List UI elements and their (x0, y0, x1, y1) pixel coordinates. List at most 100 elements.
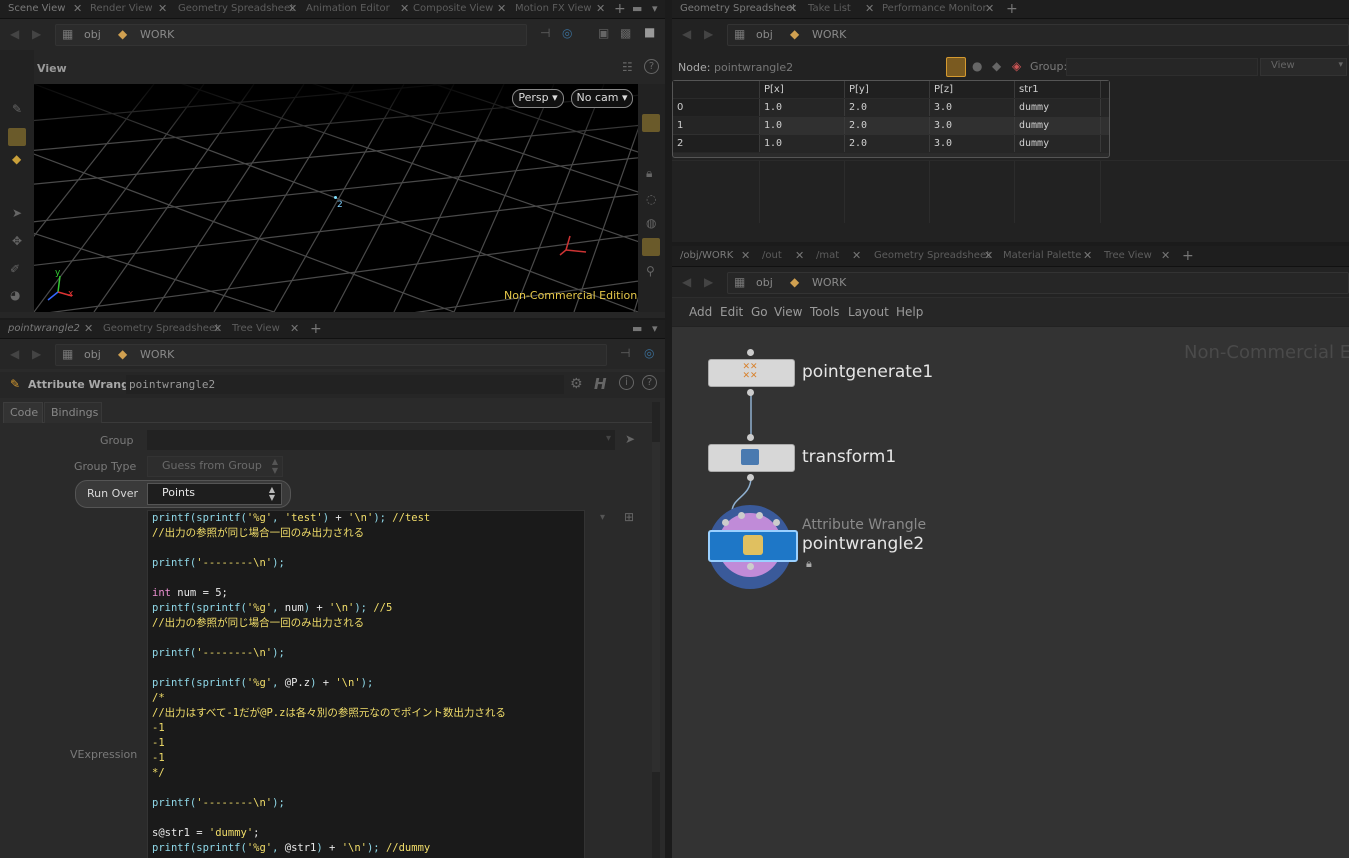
close-icon[interactable]: ✕ (741, 247, 750, 265)
pane-divider-horizontal-right[interactable] (672, 242, 1349, 246)
pane-divider-horizontal-left[interactable] (0, 318, 665, 320)
houdini-help-icon[interactable]: H (594, 375, 607, 393)
transform-tool-icon[interactable]: ◆ (12, 152, 21, 166)
display-toggle-icon[interactable] (642, 114, 660, 132)
view-dropdown[interactable]: View ▾ (1260, 58, 1347, 76)
fullscreen-icon[interactable]: ■ (644, 25, 655, 39)
node-value[interactable]: pointwrangle2 (714, 61, 793, 74)
menu-add[interactable]: Add (689, 305, 712, 319)
tab-render-view[interactable]: Render View (84, 0, 153, 18)
cam-button[interactable]: No cam ▾ (571, 89, 633, 108)
tab-animation-editor[interactable]: Animation Editor (300, 0, 390, 18)
close-icon[interactable]: ✕ (73, 0, 82, 18)
pin-icon[interactable]: ⊣ (540, 26, 550, 40)
lock-icon[interactable]: 🔒︎ (646, 166, 652, 181)
link-icon[interactable]: ◎ (644, 346, 654, 360)
menu-help[interactable]: Help (896, 305, 923, 319)
close-icon[interactable]: ✕ (288, 0, 297, 18)
menu-view[interactable]: View (774, 305, 802, 319)
help-icon[interactable]: ? (642, 375, 657, 390)
tab-motion-fx-view[interactable]: Motion FX View (509, 0, 592, 18)
3d-viewport[interactable]: Persp ▾ No cam ▾ 2 y x Non-Commercial Ed… (34, 84, 638, 312)
node-input-port[interactable] (738, 512, 745, 519)
pane-divider-vertical[interactable] (665, 0, 672, 858)
header-px[interactable]: P[x] (760, 81, 845, 98)
ghost-icon[interactable]: ◌ (646, 192, 656, 206)
node-output-port[interactable] (747, 563, 754, 570)
help-icon[interactable]: ? (644, 59, 659, 74)
points-mode-icon[interactable] (946, 57, 966, 77)
info-icon[interactable]: i (619, 375, 634, 390)
node-transform1[interactable] (708, 444, 795, 472)
pane-options-icon[interactable]: ▾ (652, 320, 658, 338)
primitives-mode-icon[interactable]: ◆ (992, 59, 1001, 73)
add-tab-icon[interactable]: + (310, 320, 322, 338)
group-field[interactable] (1066, 58, 1258, 76)
table-row[interactable]: 0 1.0 2.0 3.0 dummy (673, 99, 1109, 117)
close-icon[interactable]: ✕ (788, 0, 797, 18)
tab-tree-view[interactable]: Tree View (226, 320, 280, 338)
node-input-port[interactable] (747, 434, 754, 441)
tab-pointwrangle2[interactable]: pointwrangle2 (2, 320, 80, 338)
close-icon[interactable]: ✕ (290, 320, 299, 338)
node-input-port[interactable] (773, 519, 780, 526)
scrollbar-thumb[interactable] (652, 442, 660, 772)
node-name-field[interactable]: pointwrangle2 (126, 375, 564, 394)
path-obj[interactable]: obj (756, 276, 773, 289)
add-tab-icon[interactable]: + (1006, 0, 1018, 18)
path-work[interactable]: WORK (140, 348, 174, 361)
handle-tool-icon[interactable]: ✎ (12, 102, 22, 116)
detail-mode-icon[interactable]: ◈ (1012, 59, 1021, 73)
select-arrow-icon[interactable]: ➤ (625, 432, 635, 446)
network-canvas[interactable]: Non-Commercial E ✕✕ ✕✕ pointgenerate1 tra… (672, 327, 1349, 858)
back-arrow-icon[interactable]: ◀ (10, 27, 19, 41)
node-input-port[interactable] (722, 519, 729, 526)
table-row[interactable]: 1 1.0 2.0 3.0 dummy (673, 117, 1109, 135)
tab-out[interactable]: /out (756, 247, 782, 265)
tab-performance-monitor[interactable]: Performance Monitor (876, 0, 987, 18)
tab-geometry-spreadsheet[interactable]: Geometry Spreadsheet (172, 0, 294, 18)
tab-scene-view[interactable]: Scene View (2, 0, 65, 18)
tab-geometry-spreadsheet[interactable]: Geometry Spreadsheet (97, 320, 219, 338)
snapshot-icon[interactable]: ▩ (620, 26, 631, 40)
forward-arrow-icon[interactable]: ▶ (704, 27, 713, 41)
pin-icon[interactable]: ⊣ (620, 346, 630, 360)
tab-obj-work[interactable]: /obj/WORK (674, 247, 733, 265)
tab-geometry-spreadsheet[interactable]: Geometry Spreadsheet (868, 247, 990, 265)
forward-arrow-icon[interactable]: ▶ (32, 347, 41, 361)
persp-button[interactable]: Persp ▾ (512, 89, 564, 108)
tab-take-list[interactable]: Take List (802, 0, 851, 18)
close-icon[interactable]: ✕ (795, 247, 804, 265)
back-arrow-icon[interactable]: ◀ (682, 275, 691, 289)
menu-go[interactable]: Go (751, 305, 768, 319)
menu-edit[interactable]: Edit (720, 305, 743, 319)
menu-layout[interactable]: Layout (848, 305, 889, 319)
pane-menu-icon[interactable]: ▬ (632, 320, 642, 338)
path-obj[interactable]: obj (756, 28, 773, 41)
gear-icon[interactable]: ⚙ (570, 376, 583, 392)
back-arrow-icon[interactable]: ◀ (10, 347, 19, 361)
node-input-port[interactable] (756, 512, 763, 519)
group-field[interactable]: ▾ (147, 430, 615, 450)
view-settings-icon[interactable]: ☷ (622, 60, 633, 74)
run-over-dropdown[interactable]: Points ▲ ▼ (147, 483, 282, 505)
tab-bindings[interactable]: Bindings (44, 402, 102, 423)
camera-tool-icon[interactable]: ◕ (10, 288, 20, 302)
node-pointwrangle2[interactable] (708, 530, 798, 562)
arrow-select-icon[interactable]: ➤ (12, 206, 22, 220)
node-output-port[interactable] (747, 474, 754, 481)
scrollbar[interactable] (652, 402, 660, 858)
spreadsheet-path-field[interactable]: ▦ obj ◆ WORK (727, 24, 1349, 46)
path-work[interactable]: WORK (140, 28, 174, 41)
link-icon[interactable]: ◎ (562, 26, 572, 40)
tab-composite-view[interactable]: Composite View (407, 0, 493, 18)
editor-options-icon[interactable]: ⊞ (624, 510, 634, 524)
tab-material-palette[interactable]: Material Palette (997, 247, 1081, 265)
path-obj[interactable]: obj (84, 348, 101, 361)
forward-arrow-icon[interactable]: ▶ (704, 275, 713, 289)
close-icon[interactable]: ✕ (1161, 247, 1170, 265)
close-icon[interactable]: ✕ (865, 0, 874, 18)
menu-tools[interactable]: Tools (810, 305, 840, 319)
group-type-dropdown[interactable]: Guess from Group ▲ ▼ (147, 456, 283, 477)
node-pointgenerate1[interactable]: ✕✕ ✕✕ (708, 359, 795, 387)
